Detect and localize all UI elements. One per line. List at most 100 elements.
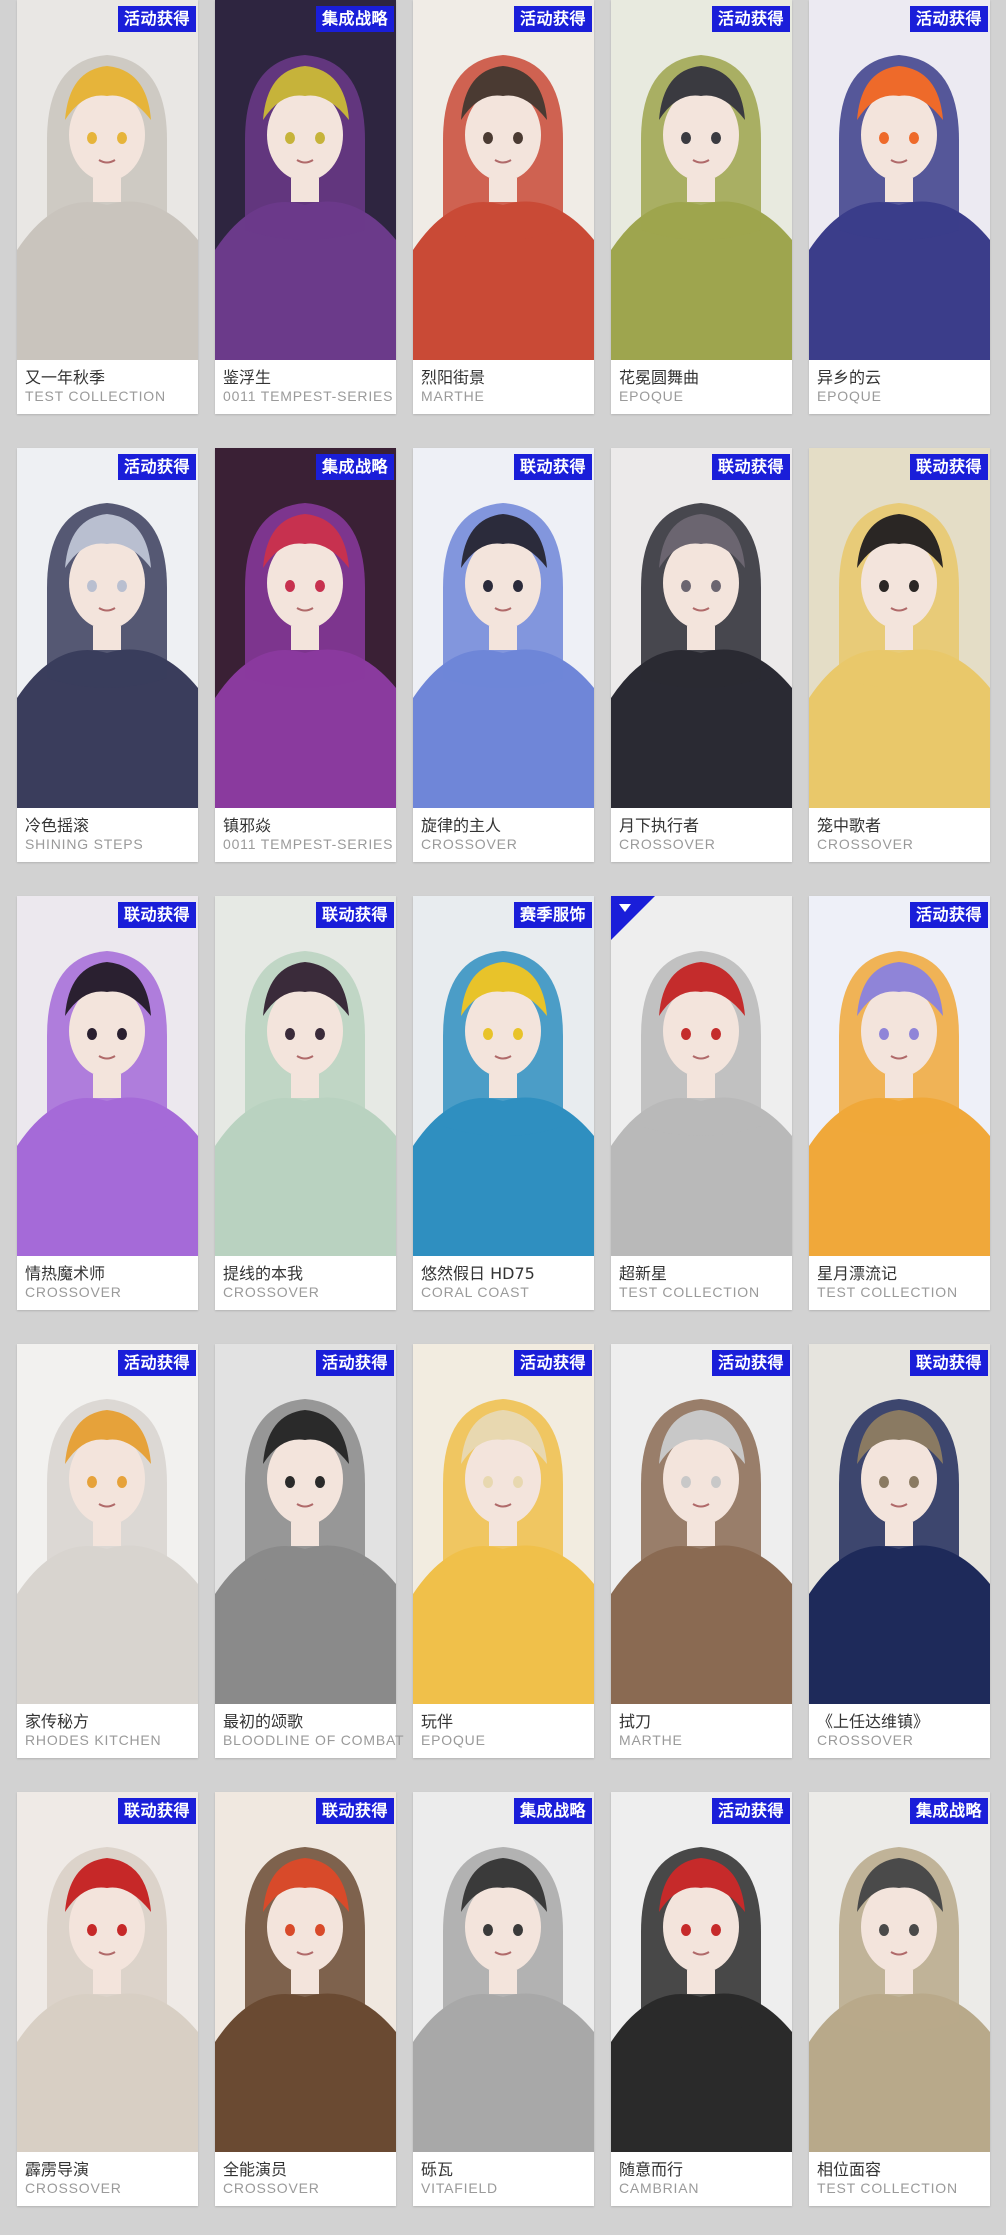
skin-series: VITAFIELD <box>421 2180 498 2196</box>
skin-card[interactable]: 联动获得 提线的本我 CROSSOVER <box>215 896 396 1310</box>
skin-illustration <box>611 1792 792 2152</box>
skin-illustration <box>215 1344 396 1704</box>
skin-name: 月下执行者 <box>619 816 700 835</box>
skin-card[interactable]: 活动获得家传秘方 RHODES KITCHEN <box>17 1344 198 1758</box>
skin-name: 最初的颂歌 <box>223 1712 304 1731</box>
skin-illustration <box>215 1792 396 2152</box>
skin-series: MARTHE <box>619 1732 683 1748</box>
skin-illustration <box>17 896 198 1256</box>
acquisition-badge: 活动获得 <box>513 1350 592 1376</box>
skin-series: SHINING STEPS <box>25 836 144 852</box>
skin-name: 悠然假日 HD75 <box>421 1264 535 1283</box>
skin-card[interactable]: 活动获得 随意而行 CAMBRIAN <box>611 1792 792 2206</box>
skin-illustration <box>809 896 990 1256</box>
skin-illustration <box>611 0 792 360</box>
acquisition-badge: 联动获得 <box>315 1798 394 1824</box>
skin-series: CROSSOVER <box>25 1284 122 1300</box>
acquisition-badge: 活动获得 <box>117 454 196 480</box>
skin-name: 花冕圆舞曲 <box>619 368 700 387</box>
skin-card[interactable]: 赛季服饰悠然假日 HD75 CORAL COAST <box>413 896 594 1310</box>
skin-illustration <box>809 1792 990 2152</box>
skin-name: 超新星 <box>619 1264 668 1283</box>
skin-name: 拭刀 <box>619 1712 652 1731</box>
skin-name: 霹雳导演 <box>25 2160 90 2179</box>
acquisition-badge: 活动获得 <box>909 6 988 32</box>
acquisition-badge: 联动获得 <box>315 902 394 928</box>
skin-illustration <box>413 1344 594 1704</box>
skin-name: 家传秘方 <box>25 1712 90 1731</box>
acquisition-badge: 活动获得 <box>513 6 592 32</box>
skin-series: CROSSOVER <box>817 836 914 852</box>
acquisition-badge: 活动获得 <box>117 1350 196 1376</box>
skin-card[interactable]: 活动获得 又一年秋季 TEST COLLECTION <box>17 0 198 414</box>
skin-card[interactable]: 联动获得 月下执行者 CROSSOVER <box>611 448 792 862</box>
skin-name: 冷色摇滚 <box>25 816 90 835</box>
acquisition-badge: 联动获得 <box>117 1798 196 1824</box>
skin-series: TEST COLLECTION <box>817 2180 958 2196</box>
skin-name: 星月漂流记 <box>817 1264 898 1283</box>
skin-card[interactable]: 联动获得 旋律的主人 CROSSOVER <box>413 448 594 862</box>
skin-illustration <box>413 896 594 1256</box>
skin-illustration <box>17 0 198 360</box>
skin-illustration <box>611 448 792 808</box>
skin-name: 全能演员 <box>223 2160 288 2179</box>
acquisition-badge: 活动获得 <box>909 902 988 928</box>
acquisition-badge: 集成战略 <box>513 1798 592 1824</box>
skin-series: CAMBRIAN <box>619 2180 700 2196</box>
skin-card[interactable]: 集成战略 镇邪焱 0011 TEMPEST-SERIES <box>215 448 396 862</box>
skin-card[interactable]: 集成战略相位面容 TEST COLLECTION <box>809 1792 990 2206</box>
skin-series: CORAL COAST <box>421 1284 530 1300</box>
skin-illustration <box>809 0 990 360</box>
skin-card[interactable]: 联动获得 《上任达维镇》 CROSSOVER <box>809 1344 990 1758</box>
skin-illustration <box>17 1344 198 1704</box>
skin-card[interactable]: 联动获得霹雳导演 CROSSOVER <box>17 1792 198 2206</box>
skin-illustration <box>611 1344 792 1704</box>
skin-card[interactable]: 活动获得 花冕圆舞曲 EPOQUE <box>611 0 792 414</box>
skin-series: CROSSOVER <box>817 1732 914 1748</box>
skin-name: 随意而行 <box>619 2160 684 2179</box>
skin-illustration <box>413 1792 594 2152</box>
skin-card[interactable]: 联动获得 情热魔术师 CROSSOVER <box>17 896 198 1310</box>
skin-series: RHODES KITCHEN <box>25 1732 162 1748</box>
acquisition-badge: 联动获得 <box>711 454 790 480</box>
skin-card[interactable]: 活动获得拭刀 MARTHE <box>611 1344 792 1758</box>
skin-name: 笼中歌者 <box>817 816 882 835</box>
skin-illustration <box>215 448 396 808</box>
skin-card[interactable]: 超新星 TEST COLLECTION <box>611 896 792 1310</box>
skin-card[interactable]: 联动获得全能演员 CROSSOVER <box>215 1792 396 2206</box>
skin-series: TEST COLLECTION <box>817 1284 958 1300</box>
skin-card[interactable]: 活动获得 异乡的云 EPOQUE <box>809 0 990 414</box>
skin-name: 镇邪焱 <box>223 816 272 835</box>
acquisition-badge: 联动获得 <box>117 902 196 928</box>
acquisition-badge: 联动获得 <box>909 1350 988 1376</box>
skin-grid: 活动获得 又一年秋季 TEST COLLECTION 集成战略 鉴浮生 0011 TEMP… <box>17 0 992 2206</box>
skin-series: CROSSOVER <box>421 836 518 852</box>
acquisition-badge: 赛季服饰 <box>513 902 592 928</box>
skin-illustration <box>809 448 990 808</box>
skin-illustration <box>413 0 594 360</box>
skin-card[interactable]: 集成战略 砾瓦 VITAFIELD <box>413 1792 594 2206</box>
skin-series: 0011 TEMPEST-SERIES <box>223 836 394 852</box>
acquisition-badge: 联动获得 <box>909 454 988 480</box>
skin-series: TEST COLLECTION <box>25 388 166 404</box>
skin-card[interactable]: 活动获得冷色摇滚 SHINING STEPS <box>17 448 198 862</box>
acquisition-badge: 活动获得 <box>315 1350 394 1376</box>
skin-name: 提线的本我 <box>223 1264 304 1283</box>
acquisition-badge: 集成战略 <box>909 1798 988 1824</box>
skin-card[interactable]: 活动获得 烈阳街景 MARTHE <box>413 0 594 414</box>
skin-card[interactable]: 活动获得玩伴 EPOQUE <box>413 1344 594 1758</box>
skin-name: 鉴浮生 <box>223 368 272 387</box>
skin-series: CROSSOVER <box>223 2180 320 2196</box>
skin-name: 相位面容 <box>817 2160 882 2179</box>
skin-illustration <box>611 896 792 1256</box>
skin-card[interactable]: 联动获得笼中歌者 CROSSOVER <box>809 448 990 862</box>
skin-card[interactable]: 集成战略 鉴浮生 0011 TEMPEST-SERIES <box>215 0 396 414</box>
skin-series: EPOQUE <box>421 1732 486 1748</box>
skin-name: 玩伴 <box>421 1712 454 1731</box>
skin-card[interactable]: 活动获得 最初的颂歌 BLOODLINE OF COMBAT <box>215 1344 404 1758</box>
skin-series: CROSSOVER <box>25 2180 122 2196</box>
skin-series: MARTHE <box>421 388 485 404</box>
acquisition-badge: 活动获得 <box>711 1350 790 1376</box>
skin-card[interactable]: 活动获得星月漂流记 TEST COLLECTION <box>809 896 990 1310</box>
acquisition-badge: 联动获得 <box>513 454 592 480</box>
